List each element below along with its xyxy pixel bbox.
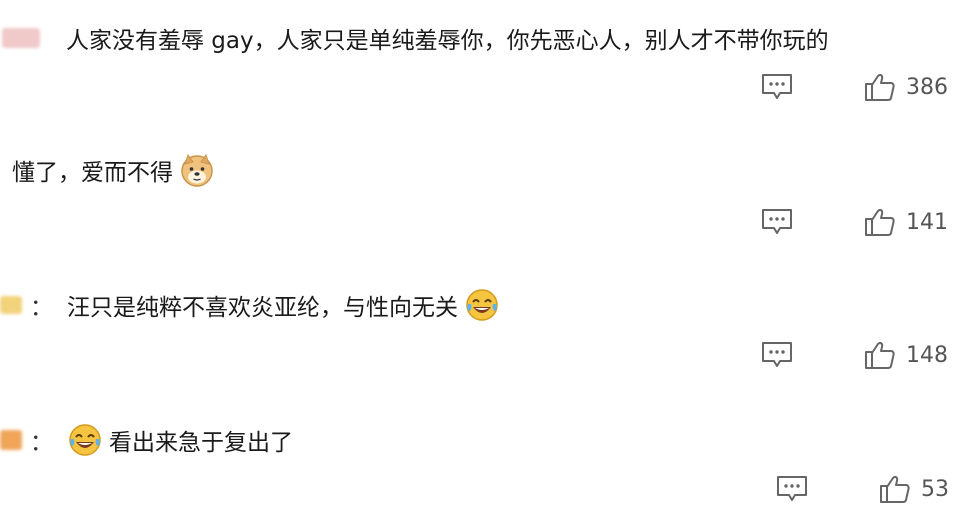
like-button[interactable]: 53 — [879, 474, 949, 504]
comment-actions: 141 — [760, 205, 948, 239]
comment-text: 懂了，爱而不得 — [12, 160, 173, 186]
like-count: 141 — [906, 209, 948, 235]
reply-button[interactable] — [760, 72, 794, 102]
reply-icon — [762, 209, 792, 234]
colon: ： — [30, 430, 53, 456]
laugh-cry-icon — [464, 287, 500, 323]
colon: ： — [30, 295, 53, 321]
comment-actions: 386 — [760, 70, 948, 104]
like-count: 53 — [921, 476, 949, 502]
like-button[interactable]: 148 — [864, 340, 948, 370]
like-button[interactable]: 386 — [864, 72, 948, 102]
avatar[interactable] — [0, 430, 22, 450]
comment-text: 人家没有羞辱 gay，人家只是单纯羞辱你，你先恶心人，别人才不带你玩的 — [66, 28, 829, 54]
thumbs-up-icon — [865, 74, 895, 101]
reply-icon — [762, 342, 792, 367]
comment-actions: 53 — [775, 472, 949, 506]
doge-icon — [179, 152, 215, 188]
like-count: 386 — [906, 74, 948, 100]
reply-icon — [762, 74, 792, 99]
comment-body: 人家没有羞辱 gay，人家只是单纯羞辱你，你先恶心人，别人才不带你玩的 — [0, 18, 829, 58]
comment-text: 看出来急于复出了 — [109, 430, 293, 456]
comment-actions: 148 — [760, 338, 948, 372]
reply-button[interactable] — [760, 207, 794, 237]
avatar[interactable] — [0, 296, 22, 314]
like-count: 148 — [906, 342, 948, 368]
reply-icon — [777, 476, 807, 501]
comment-body: ： 看出来急于复出了 — [0, 420, 293, 460]
avatar[interactable] — [2, 28, 40, 48]
comment-body: 懂了，爱而不得 — [12, 150, 215, 190]
thumbs-up-icon — [865, 209, 895, 236]
thumbs-up-icon — [865, 342, 895, 369]
reply-button[interactable] — [760, 340, 794, 370]
comment-text: 汪只是纯粹不喜欢炎亚纶，与性向无关 — [67, 295, 458, 321]
thumbs-up-icon — [880, 476, 910, 503]
comment-body: ： 汪只是纯粹不喜欢炎亚纶，与性向无关 — [0, 285, 500, 325]
like-button[interactable]: 141 — [864, 207, 948, 237]
laugh-cry-icon — [67, 422, 103, 458]
reply-button[interactable] — [775, 474, 809, 504]
